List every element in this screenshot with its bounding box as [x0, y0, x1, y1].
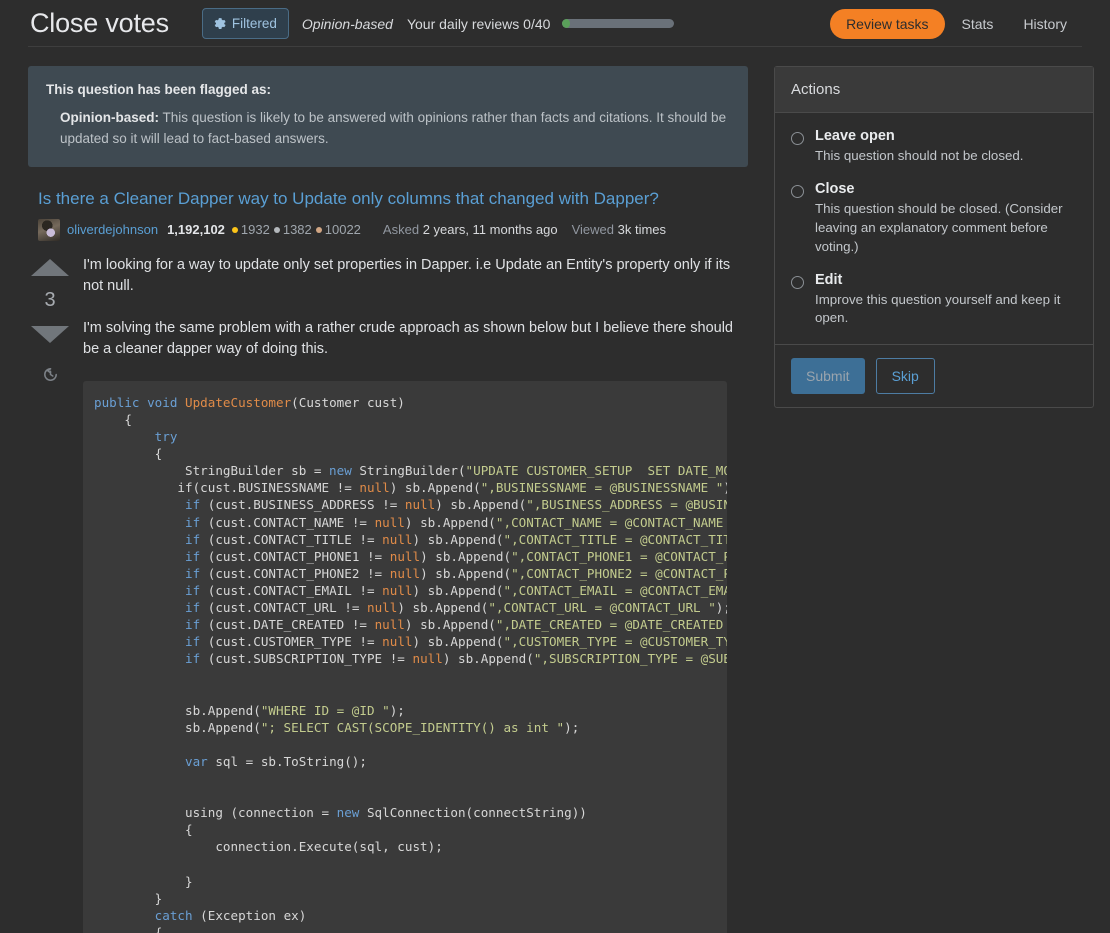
gold-badge[interactable]: 1932: [231, 222, 270, 238]
page-title: Close votes: [30, 8, 169, 38]
asked-value: 2 years, 11 months ago: [422, 222, 558, 238]
actions-panel-heading: Actions: [775, 67, 1093, 113]
submit-button[interactable]: Submit: [791, 358, 865, 395]
actions-panel: Actions Leave open This question should n…: [774, 66, 1094, 409]
filter-tag: Opinion-based: [301, 15, 393, 32]
action-option-description: Improve this question yourself and keep …: [815, 291, 1061, 326]
daily-reviews-progress-bar: [562, 19, 675, 28]
header-nav: Review tasks Stats History: [830, 8, 1080, 40]
post-paragraph: I'm looking for a way to update only set…: [83, 256, 731, 294]
bronze-badge-count: 10022: [324, 222, 361, 238]
gear-icon: [212, 16, 227, 31]
gold-badge-count: 1932: [240, 222, 270, 238]
nav-link-history[interactable]: History: [1010, 8, 1080, 40]
page-header: Close votes Filtered Opinion-based Your …: [0, 0, 1110, 47]
action-option-label[interactable]: Leave open: [815, 128, 1023, 144]
code-content: public void UpdateCustomer(Customer cust…: [94, 394, 727, 933]
viewed-value: 3k times: [617, 222, 667, 238]
action-option-edit[interactable]: Edit Improve this question yourself and k…: [791, 272, 1077, 329]
flag-notice: This question has been flagged as: Opini…: [28, 66, 748, 167]
radio-button[interactable]: [791, 132, 804, 145]
reputation: 1,192,102: [167, 222, 225, 238]
post-body: I'm looking for a way to update only set…: [72, 255, 748, 933]
vote-count: 3: [44, 288, 56, 311]
flag-reason-text: This question is likely to be answered w…: [60, 110, 727, 146]
action-option-description: This question should not be closed.: [815, 148, 1024, 163]
author-link[interactable]: oliverdejohnson: [67, 222, 158, 237]
content-area: This question has been flagged as: Opini…: [0, 47, 1110, 933]
bronze-badge[interactable]: 10022: [315, 222, 361, 238]
header-divider: [28, 46, 1082, 47]
question-meta: oliverdejohnson 1,192,102 1932 1382 1002…: [38, 218, 748, 241]
actions-footer: Submit Skip: [775, 344, 1093, 407]
silver-badge-icon: [273, 226, 280, 233]
daily-reviews-label: Your daily reviews 0/40: [406, 15, 551, 32]
post-history-icon[interactable]: [41, 365, 60, 389]
action-option-label[interactable]: Edit: [815, 272, 1077, 288]
header-filter-group: Filtered Opinion-based Your daily review…: [201, 8, 675, 39]
avatar[interactable]: [38, 218, 60, 241]
badge-group: 1932 1382 10022: [231, 222, 361, 238]
bronze-badge-icon: [315, 226, 322, 233]
filtered-button-label: Filtered: [231, 15, 277, 31]
downvote-button[interactable]: [31, 325, 69, 343]
flag-notice-heading: This question has been flagged as:: [46, 82, 272, 97]
question-title-link[interactable]: Is there a Cleaner Dapper way to Update …: [38, 189, 748, 209]
action-option-description: This question should be closed. (Conside…: [815, 200, 1063, 254]
flag-reason-label: Opinion-based:: [60, 110, 159, 125]
gold-badge-icon: [231, 226, 238, 233]
actions-options-list: Leave open This question should not be cl…: [775, 113, 1093, 344]
review-tasks-button[interactable]: Review tasks: [830, 8, 945, 39]
nav-link-stats[interactable]: Stats: [949, 8, 1007, 40]
radio-button[interactable]: [791, 184, 804, 198]
asked-label: Asked: [382, 222, 420, 238]
viewed-info: Viewed 3k times: [572, 222, 666, 237]
post-paragraph: I'm solving the same problem with a rath…: [83, 319, 733, 357]
code-block: public void UpdateCustomer(Customer cust…: [83, 380, 727, 933]
silver-badge[interactable]: 1382: [273, 222, 312, 238]
side-column: Actions Leave open This question should n…: [774, 66, 1094, 409]
progress-fill: [562, 19, 571, 28]
asked-info: Asked 2 years, 11 months ago: [383, 222, 558, 237]
upvote-button[interactable]: [31, 258, 69, 276]
action-option-label[interactable]: Close: [815, 181, 1077, 197]
radio-button[interactable]: [791, 275, 804, 289]
post-row: 3 I'm looking for a way to update only s…: [28, 255, 748, 933]
action-option-leave-open[interactable]: Leave open This question should not be cl…: [791, 128, 1077, 166]
flag-notice-body: Opinion-based: This question is likely t…: [46, 108, 730, 150]
viewed-label: Viewed: [571, 222, 614, 238]
action-option-close[interactable]: Close This question should be closed. (Co…: [791, 181, 1077, 257]
filtered-button[interactable]: Filtered: [201, 8, 289, 39]
skip-button[interactable]: Skip: [875, 358, 935, 395]
main-column: This question has been flagged as: Opini…: [28, 66, 748, 933]
vote-cell: 3: [28, 255, 72, 933]
silver-badge-count: 1382: [282, 222, 312, 238]
